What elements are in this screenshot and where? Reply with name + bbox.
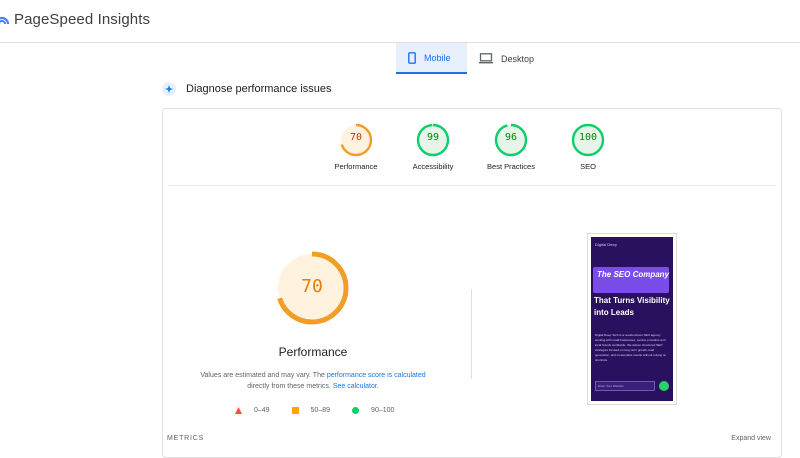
- vertical-divider: [471, 289, 472, 379]
- tab-mobile-label: Mobile: [424, 52, 451, 63]
- screenshot-headline: That Turns Visibility into Leads: [594, 296, 670, 317]
- score-note: Values are estimated and may vary. The p…: [173, 370, 453, 392]
- note-middle: directly from these metrics.: [247, 383, 333, 390]
- gauge-best-practices-label: Best Practices: [487, 162, 535, 171]
- gauge-accessibility-value: 99: [426, 132, 440, 143]
- screenshot-badge-text: The SEO Company: [597, 270, 670, 279]
- triangle-icon: [235, 407, 242, 414]
- mobile-icon: [408, 51, 416, 64]
- square-icon: [291, 407, 299, 414]
- app-title: PageSpeed Insights: [14, 11, 151, 28]
- gauge-performance-label: Performance: [334, 162, 378, 171]
- gauge-seo-label: SEO: [580, 162, 596, 171]
- screenshot-input: Enter Your Website: [595, 381, 655, 391]
- top-bar: PageSpeed Insights: [0, 0, 800, 43]
- gauge-performance[interactable]: 70 Performance: [316, 123, 396, 171]
- score-legend: 0–49 50–89 90–100: [235, 407, 416, 414]
- gauge-seo-value: 100: [578, 132, 598, 143]
- main-performance-label: Performance: [278, 345, 348, 359]
- metrics-heading: METRICS: [167, 435, 205, 442]
- screenshot-body: Digital Deep Tech is a results-driven SE…: [595, 333, 667, 362]
- see-calculator-link[interactable]: See calculator.: [333, 383, 379, 390]
- tab-desktop[interactable]: Desktop: [467, 43, 544, 74]
- tab-mobile[interactable]: Mobile: [396, 43, 467, 74]
- legend-range-average: 50–89: [310, 407, 331, 414]
- gauge-accessibility-label: Accessibility: [412, 162, 454, 171]
- legend-range-pass: 90–100: [371, 407, 395, 414]
- legend-item-average: 50–89: [291, 407, 331, 414]
- diagnose-header: Diagnose performance issues: [162, 82, 332, 96]
- legend-range-fail: 0–49: [254, 407, 270, 414]
- score-gauges: 70 Performance 99 Accessibility 96 Best …: [163, 123, 783, 183]
- legend-item-pass: 90–100: [352, 407, 394, 414]
- legend-item-fail: 0–49: [235, 407, 270, 414]
- pagespeed-logo-icon: [0, 16, 10, 25]
- screenshot-header: Digital Deep: [591, 237, 673, 251]
- screenshot-logo: Digital Deep: [595, 241, 617, 247]
- gauge-performance-value: 70: [349, 132, 363, 143]
- expand-view-button[interactable]: Expand view: [731, 435, 771, 442]
- page-screenshot[interactable]: Digital Deep The SEO Company That Turns …: [587, 233, 677, 405]
- main-performance-value: 70: [301, 276, 323, 297]
- gauge-accessibility[interactable]: 99 Accessibility: [393, 123, 473, 171]
- device-tabs: Mobile Desktop: [396, 43, 544, 75]
- gauge-seo[interactable]: 100 SEO: [548, 123, 628, 171]
- report-card: 70 Performance 99 Accessibility 96 Best …: [162, 108, 782, 458]
- tab-desktop-label: Desktop: [501, 53, 535, 64]
- diagnose-icon: [162, 82, 176, 96]
- circle-icon: [352, 407, 360, 414]
- whatsapp-icon: [659, 381, 669, 391]
- desktop-icon: [479, 53, 493, 64]
- gauge-best-practices-value: 96: [504, 132, 518, 143]
- screenshot-screen: Digital Deep The SEO Company That Turns …: [591, 237, 673, 401]
- score-calculated-link[interactable]: performance score is calculated: [327, 372, 426, 379]
- note-prefix: Values are estimated and may vary. The: [200, 372, 327, 379]
- card-divider: [169, 185, 775, 186]
- gauge-best-practices[interactable]: 96 Best Practices: [471, 123, 551, 171]
- section-title: Diagnose performance issues: [186, 83, 332, 95]
